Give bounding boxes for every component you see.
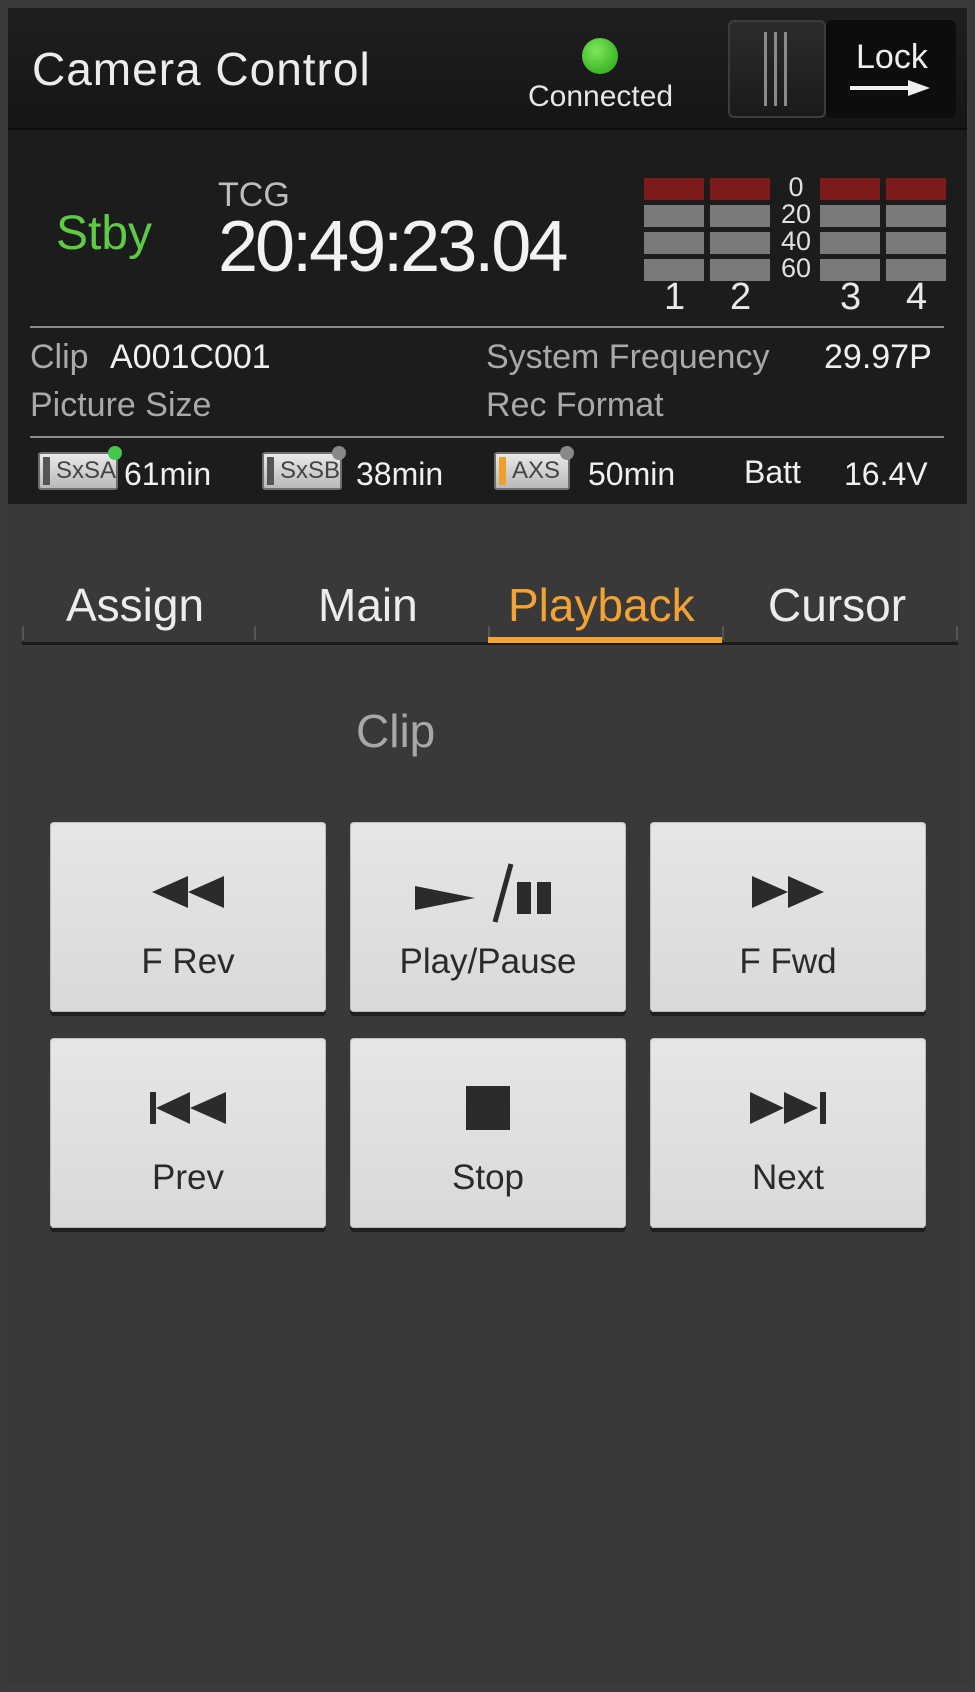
media-slot-b-icon: SxSB	[262, 446, 346, 490]
audio-meter-ch4	[886, 178, 946, 286]
audio-meter-ch1	[644, 178, 704, 286]
recording-mode: Stby	[56, 207, 153, 260]
app-header: Camera Control Connected Lock	[8, 8, 967, 130]
button-label: Next	[752, 1158, 824, 1197]
skip-next-icon	[750, 1092, 826, 1124]
audio-meter-scale: 0 20 40 60	[774, 174, 818, 282]
media-slot-b-time: 38min	[356, 456, 444, 492]
connection-status: Connected	[528, 80, 674, 113]
fast-forward-button[interactable]: F Fwd	[650, 822, 926, 1012]
lock-label: Lock	[856, 38, 928, 76]
tab-cursor[interactable]: Cursor	[768, 578, 906, 632]
tab-separator	[956, 626, 958, 640]
skip-previous-icon	[150, 1092, 226, 1124]
stop-button[interactable]: Stop	[350, 1038, 626, 1228]
status-panel: Stby TCG 20:49:23.04 0 20 40 60 1 2 3 4 …	[8, 130, 967, 504]
button-label: Prev	[152, 1158, 224, 1197]
grip-line-icon	[784, 32, 787, 106]
play-pause-icon	[415, 863, 551, 923]
meter-scale-label: 20	[780, 199, 812, 229]
fast-rewind-icon	[152, 876, 224, 908]
grip-line-icon	[764, 32, 767, 106]
play-pause-button[interactable]: Play/Pause	[350, 822, 626, 1012]
grip-line-icon	[774, 32, 777, 106]
button-label: Play/Pause	[399, 942, 577, 981]
tab-separator	[22, 626, 24, 640]
tab-separator	[722, 626, 724, 640]
tab-playback[interactable]: Playback	[508, 578, 695, 632]
meter-scale-label: 60	[780, 253, 812, 283]
channel-number: 2	[730, 276, 752, 318]
button-label: F Fwd	[739, 942, 837, 981]
timecode-value: 20:49:23.04	[218, 207, 568, 287]
meter-scale-label: 40	[780, 226, 812, 256]
lock-slider[interactable]: Lock	[826, 20, 956, 118]
tab-separator	[254, 626, 256, 640]
channel-number: 4	[906, 276, 928, 318]
rec-format-label: Rec Format	[486, 386, 664, 424]
fast-rewind-button[interactable]: F Rev	[50, 822, 326, 1012]
meter-scale-label: 0	[788, 172, 804, 202]
battery-label: Batt	[744, 454, 801, 490]
previous-button[interactable]: Prev	[50, 1038, 326, 1228]
section-title: Clip	[356, 705, 436, 757]
system-frequency-value: 29.97P	[824, 338, 932, 376]
clip-label: Clip	[30, 338, 89, 376]
audio-meter-ch3	[820, 178, 880, 286]
channel-number: 1	[664, 276, 686, 318]
clip-value: A001C001	[110, 338, 271, 376]
media-slot-a-icon: SxSA	[38, 446, 122, 490]
divider	[30, 326, 944, 328]
button-label: Stop	[452, 1158, 524, 1197]
tab-main[interactable]: Main	[318, 578, 418, 632]
media-axs-icon: AXS	[494, 446, 574, 490]
channel-number: 3	[840, 276, 862, 318]
system-frequency-label: System Frequency	[486, 338, 770, 376]
audio-meter-ch2	[710, 178, 770, 286]
stop-icon	[466, 1086, 510, 1130]
lock-slider-handle[interactable]	[728, 20, 826, 118]
battery-value: 16.4V	[844, 456, 928, 492]
button-label: F Rev	[141, 942, 235, 981]
media-axs-time: 50min	[588, 456, 676, 492]
connection-indicator-icon	[582, 38, 618, 74]
arrow-right-icon	[850, 80, 930, 96]
app-title: Camera Control	[32, 43, 371, 95]
media-slot-a-time: 61min	[124, 456, 212, 492]
picture-size-label: Picture Size	[30, 386, 212, 424]
tab-assign[interactable]: Assign	[66, 578, 204, 632]
next-button[interactable]: Next	[650, 1038, 926, 1228]
active-tab-indicator	[488, 637, 722, 643]
app-frame: Camera Control Connected Lock Stby TCG 2…	[8, 8, 967, 1684]
divider	[30, 436, 944, 438]
fast-forward-icon	[752, 876, 824, 908]
